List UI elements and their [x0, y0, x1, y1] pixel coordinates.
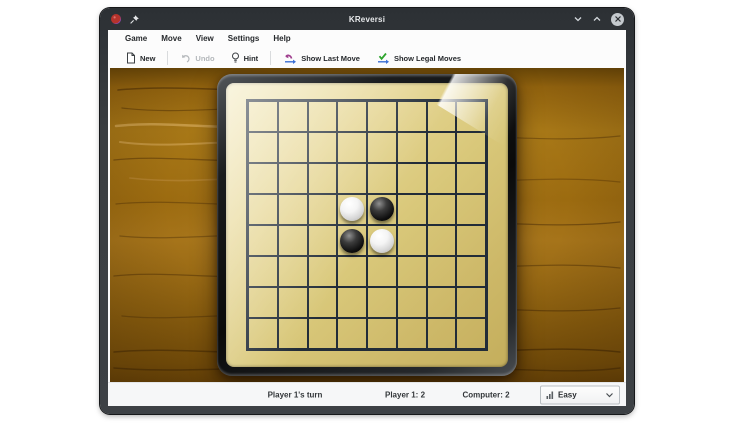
pin-icon[interactable]	[129, 14, 140, 25]
game-area	[108, 68, 626, 382]
game-piece-black[interactable]	[370, 197, 394, 221]
turn-status: Player 1's turn	[268, 390, 323, 399]
window-content: Game Move View Settings Help New	[108, 30, 626, 406]
legal-moves-check-icon	[376, 52, 390, 65]
menu-game[interactable]: Game	[118, 30, 154, 48]
undo-button-label: Undo	[195, 54, 214, 63]
game-piece-white[interactable]	[340, 197, 364, 221]
menubar: Game Move View Settings Help	[108, 30, 626, 48]
menu-move[interactable]: Move	[154, 30, 188, 48]
show-last-move-label: Show Last Move	[301, 54, 360, 63]
board-surface	[226, 83, 508, 367]
undo-arrow-icon	[180, 53, 191, 64]
show-legal-moves-label: Show Legal Moves	[394, 54, 461, 63]
toolbar-separator	[270, 51, 271, 65]
menu-settings[interactable]: Settings	[221, 30, 267, 48]
reversi-board	[217, 74, 517, 376]
lightbulb-icon	[231, 52, 240, 64]
player1-score: Player 1: 2	[385, 390, 425, 399]
difficulty-value: Easy	[558, 390, 577, 399]
toolbar-separator	[167, 51, 168, 65]
hint-button[interactable]: Hint	[223, 49, 267, 67]
difficulty-bars-icon	[546, 390, 554, 399]
computer-score: Computer: 2	[462, 390, 509, 399]
game-piece-black[interactable]	[340, 229, 364, 253]
undo-button[interactable]: Undo	[172, 49, 222, 67]
pieces-layer	[246, 99, 488, 351]
maximize-button[interactable]	[592, 14, 602, 24]
menu-help[interactable]: Help	[266, 30, 297, 48]
show-legal-moves-button[interactable]: Show Legal Moves	[368, 49, 469, 67]
minimize-button[interactable]	[573, 14, 583, 24]
statusbar: Player 1's turn Player 1: 2 Computer: 2 …	[108, 382, 626, 406]
difficulty-dropdown[interactable]: Easy	[540, 385, 620, 404]
menu-view[interactable]: View	[189, 30, 221, 48]
show-last-move-button[interactable]: Show Last Move	[275, 49, 368, 67]
kreversi-app-icon	[110, 13, 122, 25]
new-button-label: New	[140, 54, 155, 63]
hint-button-label: Hint	[244, 54, 259, 63]
kreversi-window: KReversi Game Move View Settings Help	[100, 8, 634, 414]
game-piece-white[interactable]	[370, 229, 394, 253]
toolbar: New Undo	[108, 48, 626, 68]
new-document-icon	[126, 52, 136, 64]
new-button[interactable]: New	[118, 49, 163, 67]
last-move-arrow-icon	[283, 52, 297, 65]
chevron-down-icon	[605, 390, 614, 399]
window-title: KReversi	[220, 15, 514, 24]
titlebar: KReversi	[108, 8, 626, 30]
close-button[interactable]	[611, 13, 624, 26]
